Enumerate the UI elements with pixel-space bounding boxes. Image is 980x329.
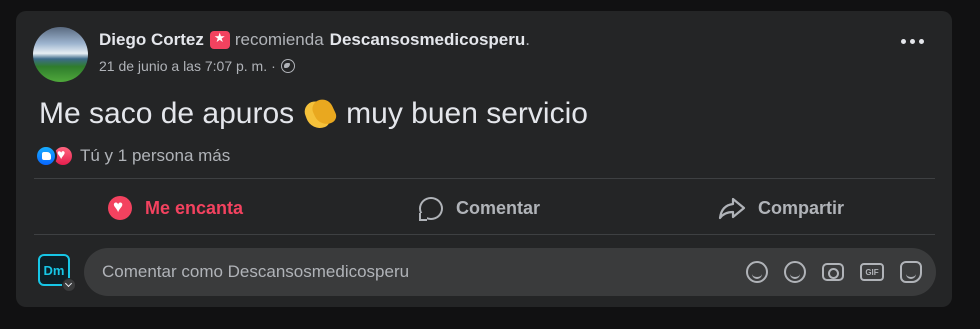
sticker-icon[interactable]: [900, 261, 922, 283]
share-icon: [718, 197, 746, 220]
post-header: Diego Cortez recomienda Descansosmedicos…: [99, 30, 530, 50]
love-button[interactable]: Me encanta: [108, 192, 243, 224]
comment-icon: [419, 196, 443, 221]
page-name[interactable]: Descansosmedicosperu: [330, 30, 526, 50]
post-timestamp[interactable]: 21 de junio a las 7:07 p. m.: [99, 58, 267, 74]
comment-composer[interactable]: GIF: [84, 248, 936, 296]
divider-bottom: [34, 234, 935, 235]
reactions-summary[interactable]: Tú y 1 persona más: [35, 145, 230, 167]
comment-input[interactable]: [84, 248, 746, 296]
composer-icons: GIF: [746, 261, 922, 283]
share-label: Compartir: [758, 197, 845, 218]
author-name[interactable]: Diego Cortez: [99, 30, 204, 50]
meta-separator: ·: [271, 58, 276, 74]
reactions-text: Tú y 1 persona más: [80, 146, 231, 165]
chevron-down-icon[interactable]: [62, 278, 76, 292]
post-meta: 21 de junio a las 7:07 p. m. ·: [99, 58, 295, 74]
heart-icon: [108, 196, 132, 220]
love-label: Me encanta: [145, 197, 244, 218]
globe-icon[interactable]: [280, 59, 295, 73]
author-avatar[interactable]: [33, 27, 88, 82]
recommends-text: recomienda: [234, 30, 324, 49]
emoji-icon[interactable]: [784, 261, 806, 283]
like-reaction-icon: [35, 145, 57, 167]
recommendation-icon: [209, 30, 230, 49]
comment-label: Comentar: [456, 197, 541, 218]
post-text: Me saco de apuros muy buen servicio: [39, 97, 588, 131]
gif-icon[interactable]: GIF: [860, 263, 884, 281]
post-text-after: muy buen servicio: [346, 97, 588, 130]
share-button[interactable]: Compartir: [718, 192, 844, 224]
divider-top: [34, 178, 935, 179]
page-suffix: .: [525, 30, 530, 49]
avatar-sticker-icon[interactable]: [746, 261, 768, 283]
post-card: Diego Cortez recomienda Descansosmedicos…: [16, 11, 952, 307]
comment-button[interactable]: Comentar: [419, 192, 540, 224]
post-text-before: Me saco de apuros: [39, 97, 295, 130]
camera-icon[interactable]: [822, 263, 844, 281]
more-options-icon[interactable]: [901, 39, 924, 44]
clapping-hands-icon: [302, 97, 338, 131]
